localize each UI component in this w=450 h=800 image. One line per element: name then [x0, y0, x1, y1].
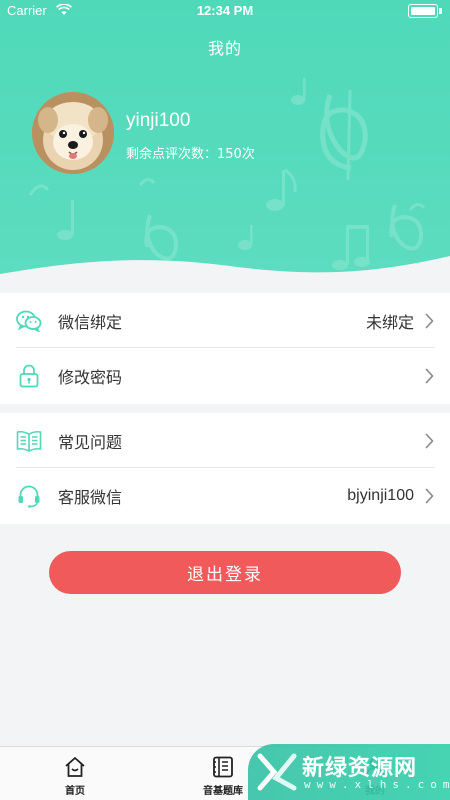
status-bar: Carrier 12:34 PM	[0, 0, 450, 22]
faq-row[interactable]: 常见问题	[0, 413, 450, 468]
settings-group-account: 微信绑定 未绑定 修改密码	[0, 293, 450, 404]
watermark-url: www.xlhs.com	[304, 778, 450, 791]
settings-group-help: 常见问题 客服微信 bjyinji100	[0, 413, 450, 524]
profile-header: Carrier 12:34 PM 我的 yinji100 剩余点评次数：150次	[0, 0, 450, 285]
chevron-right-icon	[425, 487, 434, 504]
wechat-bind-status: 未绑定	[365, 314, 414, 332]
library-icon	[213, 756, 233, 778]
home-icon	[65, 757, 85, 777]
wechat-icon	[16, 308, 42, 334]
wechat-bind-label: 微信绑定	[58, 312, 123, 332]
lock-icon	[16, 363, 42, 389]
site-watermark: 新绿资源网 www.xlhs.com	[248, 744, 450, 800]
logout-button[interactable]: 退出登录	[49, 551, 401, 594]
change-password-label: 修改密码	[58, 367, 123, 387]
dog-avatar-image	[32, 92, 114, 174]
service-wechat-label: 客服微信	[58, 487, 123, 507]
page-title: 我的	[207, 39, 242, 58]
chevron-right-icon	[425, 432, 434, 449]
watermark-logo-icon	[257, 753, 297, 791]
status-time: 12:34 PM	[196, 3, 254, 18]
remaining-reviews: 剩余点评次数：150次	[126, 147, 255, 162]
username: yinji100	[126, 110, 191, 131]
avatar[interactable]	[32, 92, 114, 174]
service-wechat-row[interactable]: 客服微信 bjyinji100	[0, 468, 450, 523]
chevron-right-icon	[425, 367, 434, 384]
change-password-row[interactable]: 修改密码	[0, 348, 450, 403]
service-wechat-id: bjyinji100	[347, 486, 414, 504]
faq-label: 常见问题	[58, 432, 123, 452]
book-icon	[16, 428, 42, 454]
headset-icon	[16, 483, 42, 509]
chevron-right-icon	[425, 312, 434, 329]
wechat-bind-row[interactable]: 微信绑定 未绑定	[0, 293, 450, 348]
battery-icon	[408, 4, 442, 18]
header-wave	[0, 256, 450, 285]
tab-home[interactable]: 首页	[30, 747, 120, 800]
tab-home-label: 首页	[65, 786, 85, 797]
